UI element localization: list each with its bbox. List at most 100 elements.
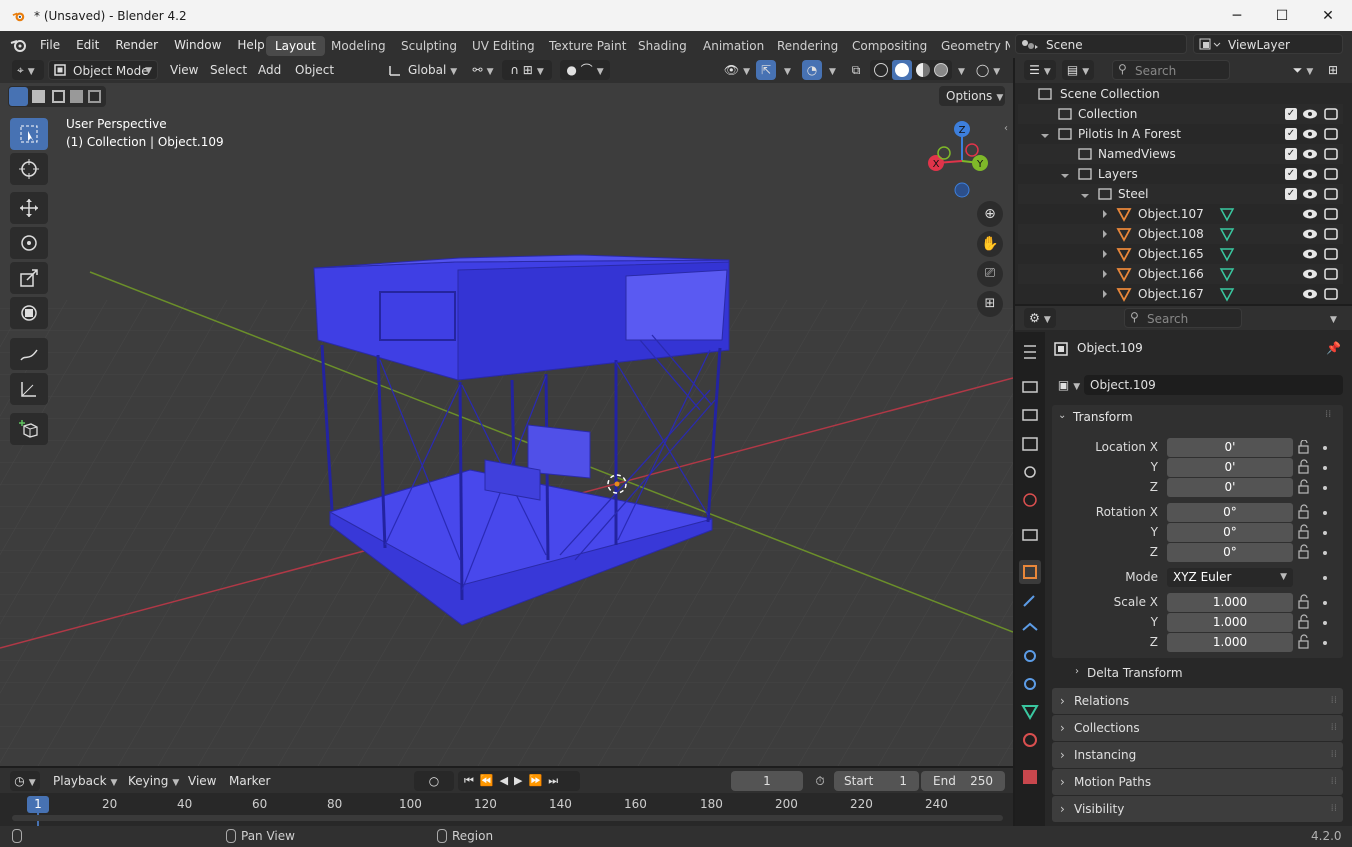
location-x-field[interactable]: 0' xyxy=(1167,438,1293,457)
scale-tool[interactable] xyxy=(10,262,48,294)
current-frame-field[interactable]: 1 xyxy=(731,771,803,791)
shading-dropdown-icon[interactable]: ▼ xyxy=(954,60,965,80)
rotation-y-field[interactable]: 0° xyxy=(1167,523,1293,542)
navigation-gizmo[interactable]: Z X Y xyxy=(920,117,1005,202)
playback-menu[interactable]: Playback ▼ xyxy=(47,771,117,791)
tab-uv-editing[interactable]: UV Editing xyxy=(463,36,544,56)
collections-panel[interactable]: › Collections ⁞⁞ xyxy=(1052,715,1343,741)
outliner-filter-icon[interactable]: ⏷ ▼ xyxy=(1288,60,1318,80)
scene-selector[interactable]: Scene xyxy=(1015,34,1187,54)
wireframe-shading-icon[interactable] xyxy=(874,63,888,77)
sidebar-toggle-icon[interactable]: ‹ xyxy=(1004,123,1008,134)
rotate-tool[interactable] xyxy=(10,227,48,259)
solid-shading-button[interactable] xyxy=(892,60,912,80)
select-new-button[interactable] xyxy=(9,87,28,106)
zoom-icon[interactable]: ⊕ xyxy=(977,201,1003,227)
add-cube-tool[interactable] xyxy=(10,413,48,445)
visibility-dropdown[interactable]: 👁 ▼ xyxy=(722,60,752,80)
lock-icons[interactable] xyxy=(1297,440,1333,650)
drag-handle-icon[interactable]: ⁞⁞ xyxy=(1331,742,1337,768)
auto-keying-toggle[interactable]: ○ xyxy=(414,771,454,791)
tab-animation[interactable]: Animation xyxy=(694,36,773,56)
marker-menu[interactable]: Marker xyxy=(229,771,270,791)
menu-select[interactable]: Select xyxy=(210,60,247,80)
xray-toggle[interactable]: ⧉ xyxy=(846,60,866,80)
location-z-field[interactable]: 0' xyxy=(1167,478,1293,497)
select-subtract-button[interactable] xyxy=(52,90,65,103)
gizmo-toggle[interactable]: ⇱ xyxy=(756,60,776,80)
visibility-panel[interactable]: › Visibility ⁞⁞ xyxy=(1052,796,1343,822)
select-invert-button[interactable] xyxy=(70,90,83,103)
timeline-editor-type[interactable]: ◷ ▼ xyxy=(10,771,40,791)
instancing-panel[interactable]: › Instancing ⁞⁞ xyxy=(1052,742,1343,768)
overlay-dropdown-icon[interactable]: ▼ xyxy=(825,60,836,80)
3d-viewport[interactable]: User Perspective (1) Collection | Object… xyxy=(0,83,1013,766)
overlay-toggle[interactable]: ◔ xyxy=(802,60,822,80)
pivot-selector[interactable]: ⚯ ▼ xyxy=(468,60,498,80)
outliner-display-mode[interactable]: ▤ ▼ xyxy=(1062,60,1094,80)
chevron-down-icon[interactable]: ⌄ xyxy=(1058,410,1066,421)
exclude-checkbox[interactable]: ✓ xyxy=(1285,188,1297,200)
property-tab-icons[interactable] xyxy=(1019,340,1041,790)
exclude-checkbox[interactable]: ✓ xyxy=(1285,128,1297,140)
exclude-checkbox[interactable]: ✓ xyxy=(1285,168,1297,180)
tab-sculpting[interactable]: Sculpting xyxy=(392,36,466,56)
select-intersect-button[interactable] xyxy=(88,90,101,103)
blender-menu-icon[interactable] xyxy=(10,38,28,52)
move-tool[interactable] xyxy=(10,192,48,224)
tab-layout[interactable]: Layout xyxy=(266,36,325,56)
scale-y-field[interactable]: 1.000 xyxy=(1167,613,1293,632)
tab-modeling[interactable]: Modeling xyxy=(322,36,395,56)
properties-editor-type[interactable]: ⚙ ▼ xyxy=(1024,308,1056,328)
measure-tool[interactable] xyxy=(10,373,48,405)
drag-handle-icon[interactable]: ⁞⁞ xyxy=(1331,796,1337,822)
menu-edit[interactable]: Edit xyxy=(68,38,107,52)
start-frame-field[interactable]: Start 1 xyxy=(834,771,919,791)
maximize-button[interactable]: ☐ xyxy=(1259,0,1305,31)
outliner-editor-type[interactable]: ☰ ▼ xyxy=(1024,60,1056,80)
material-shading-icon[interactable] xyxy=(916,63,930,77)
clock-icon[interactable]: ⏱ xyxy=(810,771,830,791)
annotate-tool[interactable] xyxy=(10,338,48,370)
cursor-tool[interactable] xyxy=(10,153,48,185)
view-object-types-dropdown[interactable]: ◯ ▼ xyxy=(972,60,1004,80)
timeline-view-menu[interactable]: View xyxy=(188,771,216,791)
menu-render[interactable]: Render xyxy=(107,38,166,52)
outliner-search-input[interactable]: Search xyxy=(1112,60,1230,80)
tab-rendering[interactable]: Rendering xyxy=(768,36,847,56)
close-button[interactable]: ✕ xyxy=(1305,0,1351,31)
chevron-right-icon[interactable]: › xyxy=(1075,666,1079,677)
drag-handle-icon[interactable]: ⁞⁞ xyxy=(1331,769,1337,795)
gizmo-dropdown-icon[interactable]: ▼ xyxy=(780,60,791,80)
object-name-field[interactable]: Object.109 xyxy=(1084,375,1343,395)
playhead-frame[interactable]: 1 xyxy=(27,796,49,813)
exclude-checkbox[interactable]: ✓ xyxy=(1285,108,1297,120)
drag-handle-icon[interactable]: ⁞⁞ xyxy=(1325,409,1331,420)
exclude-checkbox[interactable]: ✓ xyxy=(1285,148,1297,160)
properties-search-input[interactable]: Search xyxy=(1124,308,1242,328)
snap-toggle[interactable]: ∩ ⊞ ▼ xyxy=(502,60,552,80)
proportional-edit-toggle[interactable]: ● ⌒ ▼ xyxy=(560,60,610,80)
tab-texture-paint[interactable]: Texture Paint xyxy=(540,36,635,56)
menu-file[interactable]: File xyxy=(32,38,68,52)
camera-view-icon[interactable]: ⎚ xyxy=(977,261,1003,287)
menu-window[interactable]: Window xyxy=(166,38,229,52)
drag-handle-icon[interactable]: ⁞⁞ xyxy=(1331,715,1337,741)
object-datablock-icon[interactable]: ▣ ▼ xyxy=(1054,375,1084,395)
rotation-x-field[interactable]: 0° xyxy=(1167,503,1293,522)
drag-handle-icon[interactable]: ⁞⁞ xyxy=(1331,688,1337,714)
editor-type-selector[interactable]: ⌖ ▼ xyxy=(12,60,44,80)
pin-icon[interactable]: 📌 xyxy=(1326,341,1341,355)
transform-panel-title[interactable]: Transform xyxy=(1073,410,1133,424)
perspective-grid-icon[interactable]: ⊞ xyxy=(977,291,1003,317)
motion-paths-panel[interactable]: › Motion Paths ⁞⁞ xyxy=(1052,769,1343,795)
keying-menu[interactable]: Keying ▼ xyxy=(122,771,180,791)
rotation-mode-select[interactable]: XYZ Euler ▼ xyxy=(1167,568,1293,587)
rotation-z-field[interactable]: 0° xyxy=(1167,543,1293,562)
select-box-tool[interactable] xyxy=(10,118,48,150)
options-dropdown[interactable]: Options ▼ xyxy=(939,86,1005,106)
menu-object[interactable]: Object xyxy=(295,60,334,80)
timeline-scrollbar[interactable] xyxy=(12,815,1003,821)
new-collection-icon[interactable]: ⊞ xyxy=(1323,60,1343,80)
location-y-field[interactable]: 0' xyxy=(1167,458,1293,477)
